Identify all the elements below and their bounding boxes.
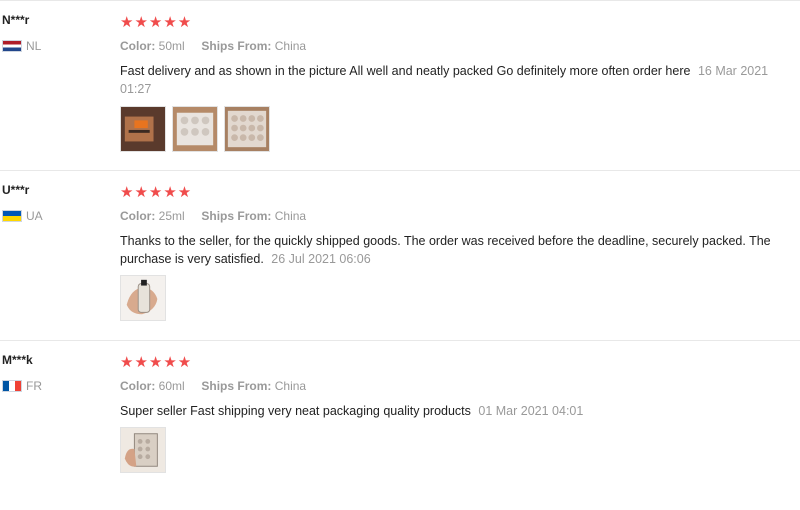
review-photo-thumbnail[interactable] <box>120 427 166 473</box>
color-label: Color: <box>120 379 156 393</box>
color-value: 60ml <box>158 379 185 393</box>
review-photo-thumbnail[interactable] <box>172 106 218 152</box>
ships-from-value: China <box>274 379 307 393</box>
review-item: N***r NL ★★★★★ Color: 50ml Ships From: C… <box>0 0 800 170</box>
product-attributes: Color: 60ml Ships From: China <box>120 379 306 393</box>
reviewer-name: U***r <box>2 183 30 197</box>
review-text: Fast delivery and as shown in the pictur… <box>120 64 691 78</box>
review-text-block: Fast delivery and as shown in the pictur… <box>120 62 796 98</box>
color-value: 50ml <box>158 39 185 53</box>
reviewer-country: UA <box>2 209 43 223</box>
reviewer-name: N***r <box>2 13 30 27</box>
reviewer-country: FR <box>2 379 42 393</box>
review-photos <box>120 275 166 321</box>
review-date: 26 Jul 2021 06:06 <box>271 252 371 266</box>
review-photos <box>120 427 166 473</box>
color-label: Color: <box>120 39 156 53</box>
review-photo-thumbnail[interactable] <box>120 275 166 321</box>
color-value: 25ml <box>158 209 185 223</box>
reviewer-country: NL <box>2 39 41 53</box>
review-text: Thanks to the seller, for the quickly sh… <box>120 234 771 266</box>
review-item: M***k FR ★★★★★ Color: 60ml Ships From: C… <box>0 340 800 510</box>
ukraine-flag-icon <box>2 210 22 222</box>
review-text-block: Super seller Fast shipping very neat pac… <box>120 402 796 420</box>
review-photo-thumbnail[interactable] <box>120 106 166 152</box>
review-text-block: Thanks to the seller, for the quickly sh… <box>120 232 796 268</box>
country-code: FR <box>26 379 42 393</box>
country-code: NL <box>26 39 42 53</box>
color-label: Color: <box>120 209 156 223</box>
star-rating: ★★★★★ <box>120 354 193 371</box>
product-attributes: Color: 25ml Ships From: China <box>120 209 306 223</box>
ships-from-label: Ships From: <box>201 209 272 223</box>
star-rating: ★★★★★ <box>120 184 193 201</box>
ships-from-label: Ships From: <box>201 39 272 53</box>
review-photos <box>120 106 270 152</box>
ships-from-value: China <box>274 39 307 53</box>
review-photo-thumbnail[interactable] <box>224 106 270 152</box>
ships-from-label: Ships From: <box>201 379 272 393</box>
france-flag-icon <box>2 380 22 392</box>
ships-from-value: China <box>274 209 307 223</box>
review-date: 01 Mar 2021 04:01 <box>478 404 584 418</box>
review-item: U***r UA ★★★★★ Color: 25ml Ships From: C… <box>0 170 800 340</box>
star-rating: ★★★★★ <box>120 14 193 31</box>
reviewer-name: M***k <box>2 353 33 367</box>
netherlands-flag-icon <box>2 40 22 52</box>
country-code: UA <box>26 209 43 223</box>
review-text: Super seller Fast shipping very neat pac… <box>120 404 471 418</box>
product-attributes: Color: 50ml Ships From: China <box>120 39 306 53</box>
